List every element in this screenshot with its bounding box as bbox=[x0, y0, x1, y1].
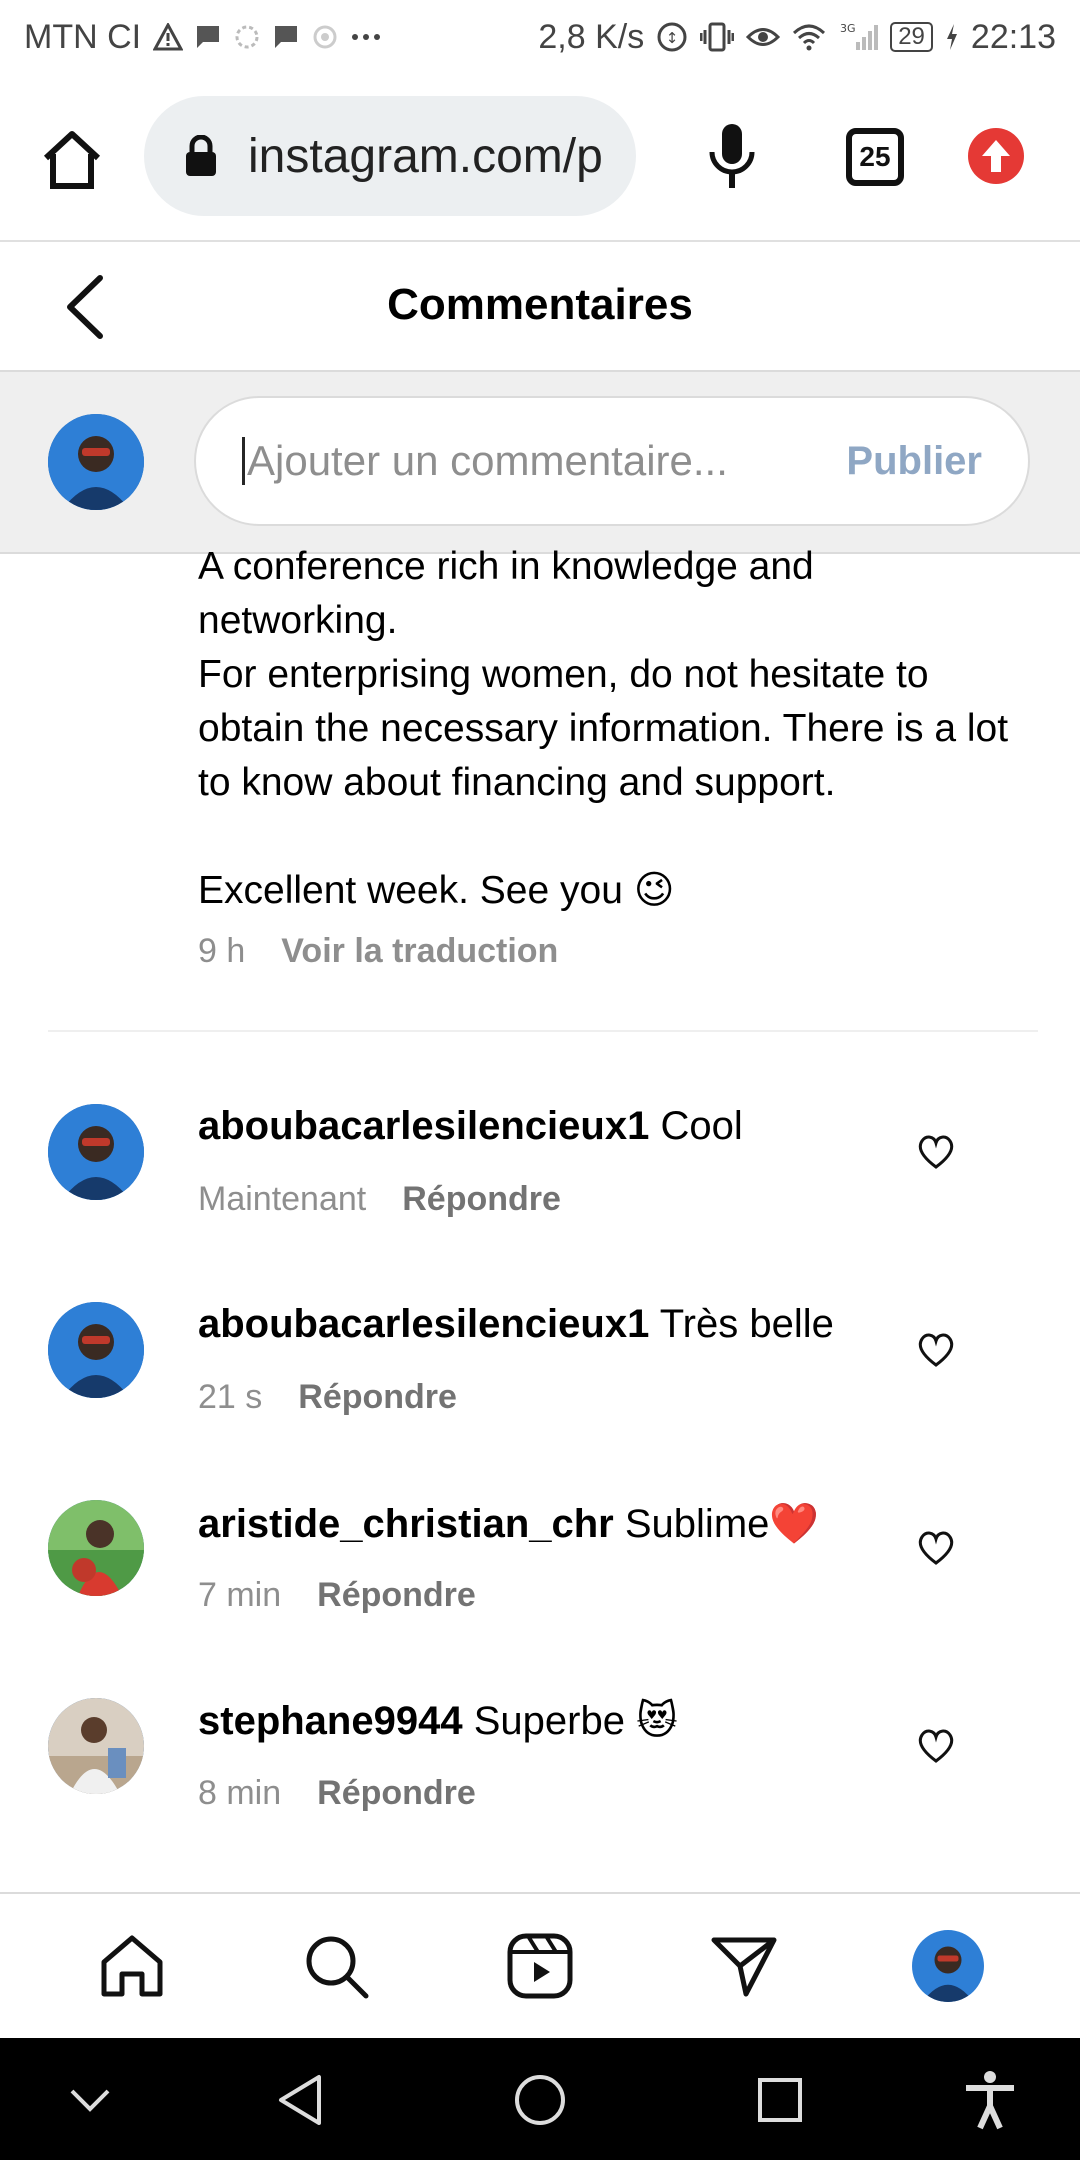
heart-icon[interactable] bbox=[916, 1332, 956, 1368]
caption-time: 9 h bbox=[198, 932, 246, 970]
comment-item: aboubacarlesilencieux1 Très belle 21 s R… bbox=[0, 1302, 1080, 1472]
divider bbox=[48, 1030, 1038, 1032]
recents-icon[interactable] bbox=[748, 2068, 812, 2132]
avatar[interactable] bbox=[48, 1698, 144, 1794]
comment-text: Cool bbox=[660, 1104, 743, 1148]
network-speed: 2,8 K/s bbox=[538, 17, 645, 56]
svg-text:↕: ↕ bbox=[666, 29, 679, 47]
settings-icon bbox=[311, 23, 339, 51]
page-title: Commentaires bbox=[387, 280, 693, 329]
data-saver-icon: ↕ bbox=[656, 21, 688, 53]
comment-meta: Maintenant Répondre bbox=[198, 1180, 561, 1219]
avatar bbox=[48, 414, 144, 510]
more-icon bbox=[351, 32, 381, 42]
sync-icon bbox=[233, 23, 261, 51]
comment-username[interactable]: aboubacarlesilencieux1 bbox=[198, 1104, 649, 1148]
heart-icon[interactable] bbox=[916, 1530, 956, 1566]
status-bar: MTN CI 2,8 K/s ↕ 3G 29 22:13 bbox=[0, 0, 1080, 74]
reply-button[interactable]: Répondre bbox=[298, 1378, 457, 1417]
comment-text: Sublime❤️ bbox=[624, 1502, 820, 1546]
comment-time: 7 min bbox=[198, 1576, 282, 1614]
comment-time: 21 s bbox=[198, 1378, 263, 1416]
browser-home-icon[interactable] bbox=[40, 128, 104, 192]
comment-composer: Publier bbox=[0, 372, 1080, 554]
see-translation-link[interactable]: Voir la traduction bbox=[281, 932, 558, 971]
wifi-icon bbox=[792, 23, 826, 51]
comment-body: aboubacarlesilencieux1 Très belle bbox=[198, 1302, 920, 1347]
home-icon[interactable] bbox=[96, 1930, 168, 2002]
back-icon[interactable] bbox=[268, 2068, 332, 2132]
message-icon bbox=[273, 24, 299, 50]
comment-input[interactable] bbox=[242, 437, 847, 485]
avatar[interactable] bbox=[48, 1500, 144, 1596]
network-type: 3G bbox=[840, 22, 856, 35]
charging-icon bbox=[945, 23, 959, 51]
comment-time: 8 min bbox=[198, 1774, 282, 1812]
system-navigation-bar bbox=[0, 2038, 1080, 2160]
url-text: instagram.com/p bbox=[248, 129, 603, 183]
comment-body: aboubacarlesilencieux1 Cool bbox=[198, 1104, 920, 1149]
comment-text: Superbe 😻 bbox=[473, 1699, 678, 1743]
reply-button[interactable]: Répondre bbox=[317, 1576, 476, 1615]
reply-button[interactable]: Répondre bbox=[402, 1180, 561, 1219]
page-header: Commentaires bbox=[0, 244, 1080, 372]
warning-icon bbox=[153, 23, 184, 51]
comment-username[interactable]: aristide_christian_chr bbox=[198, 1502, 614, 1546]
update-icon[interactable] bbox=[968, 128, 1024, 184]
address-bar[interactable]: instagram.com/p bbox=[144, 96, 636, 216]
carrier-label: MTN CI bbox=[24, 17, 142, 56]
eye-icon bbox=[746, 24, 781, 50]
lock-icon bbox=[184, 134, 218, 177]
post-caption: A conference rich in knowledge and netwo… bbox=[198, 540, 1018, 918]
comment-meta: 7 min Répondre bbox=[198, 1576, 476, 1615]
comment-body: aristide_christian_chr Sublime❤️ bbox=[198, 1500, 920, 1547]
browser-toolbar: instagram.com/p 25 bbox=[0, 74, 1080, 242]
microphone-icon[interactable] bbox=[706, 122, 758, 192]
profile-avatar[interactable] bbox=[912, 1930, 984, 2002]
vibrate-icon bbox=[700, 22, 735, 52]
reply-button[interactable]: Répondre bbox=[317, 1774, 476, 1813]
comment-item: stephane9944 Superbe 😻 8 min Répondre bbox=[0, 1698, 1080, 1868]
comment-time: Maintenant bbox=[198, 1180, 367, 1218]
publish-button[interactable]: Publier bbox=[846, 439, 982, 484]
search-icon[interactable] bbox=[300, 1930, 372, 2002]
comment-body: stephane9944 Superbe 😻 bbox=[198, 1698, 920, 1744]
bottom-navigation bbox=[0, 1892, 1080, 2038]
home-circle-icon[interactable] bbox=[508, 2068, 572, 2132]
tab-switcher-button[interactable]: 25 bbox=[846, 128, 904, 186]
comment-text: Très belle bbox=[659, 1302, 834, 1346]
comment-username[interactable]: aboubacarlesilencieux1 bbox=[198, 1302, 649, 1346]
caption-text: A conference rich in knowledge and netwo… bbox=[198, 545, 1009, 912]
clock: 22:13 bbox=[970, 17, 1056, 56]
comment-input-wrapper: Publier bbox=[194, 396, 1030, 526]
battery-level: 29 bbox=[890, 22, 933, 52]
message-icon bbox=[195, 24, 221, 50]
signal-icon: 3G bbox=[838, 22, 879, 52]
comment-meta: 21 s Répondre bbox=[198, 1378, 457, 1417]
comment-username[interactable]: stephane9944 bbox=[198, 1699, 463, 1743]
accessibility-icon[interactable] bbox=[958, 2068, 1022, 2132]
heart-icon[interactable] bbox=[916, 1134, 956, 1170]
reels-icon[interactable] bbox=[504, 1930, 576, 2002]
comment-item: aristide_christian_chr Sublime❤️ 7 min R… bbox=[0, 1500, 1080, 1670]
tab-count: 25 bbox=[859, 141, 891, 172]
direct-message-icon[interactable] bbox=[708, 1930, 780, 2002]
comment-meta: 8 min Répondre bbox=[198, 1774, 476, 1813]
avatar[interactable] bbox=[48, 1104, 144, 1200]
caption-meta: 9 h Voir la traduction bbox=[198, 932, 558, 971]
collapse-icon[interactable] bbox=[58, 2068, 122, 2132]
avatar[interactable] bbox=[48, 1302, 144, 1398]
heart-icon[interactable] bbox=[916, 1728, 956, 1764]
comment-item: aboubacarlesilencieux1 Cool Maintenant R… bbox=[0, 1104, 1080, 1274]
